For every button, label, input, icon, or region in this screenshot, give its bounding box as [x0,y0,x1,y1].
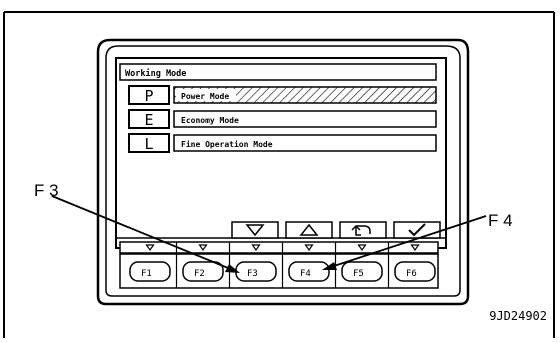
mode-row[interactable]: L Fine Operation Mode [128,133,437,153]
function-key-row: F1 F2 F3 F4 F5 F6 [119,253,439,289]
callout-f3-label: F 3 [34,181,59,200]
screen-title: Working Mode [125,68,186,79]
mode-label: Economy Mode [181,116,239,125]
key-label: F5 [353,269,364,279]
function-key-f4[interactable]: F4 [288,261,330,282]
mode-label: Power Mode [181,92,229,101]
key-label: F3 [247,269,258,279]
function-key-f6[interactable]: F6 [394,261,436,282]
mode-list: P Power Mode E Economy Mode L Fine Operation … [128,85,437,153]
mode-row[interactable]: E Economy Mode [128,109,437,129]
mode-key-letter: E [144,111,153,129]
mode-label: Fine Operation Mode [181,139,273,149]
function-key-f5[interactable]: F5 [341,261,383,282]
return-icon[interactable] [339,221,387,239]
figure-code: 9JD24902 [489,309,547,323]
mode-key-letter: P [144,87,153,105]
mode-row[interactable]: P Power Mode [128,85,437,105]
function-key-f2[interactable]: F2 [182,261,224,282]
key-label: F2 [194,269,205,279]
key-label: F6 [406,269,417,279]
monitor-diagram: Working Mode P Power Mode E Economy Mode L Fi… [3,11,555,338]
key-label: F1 [141,269,152,279]
mode-key-letter: L [144,135,153,153]
callout-f4-label: F 4 [488,211,513,230]
function-key-f1[interactable]: F1 [129,261,171,282]
screen-title-bar: Working Mode [119,63,437,81]
check-icon[interactable] [393,221,441,239]
function-key-f3[interactable]: F3 [235,261,277,282]
key-label: F4 [300,269,311,279]
